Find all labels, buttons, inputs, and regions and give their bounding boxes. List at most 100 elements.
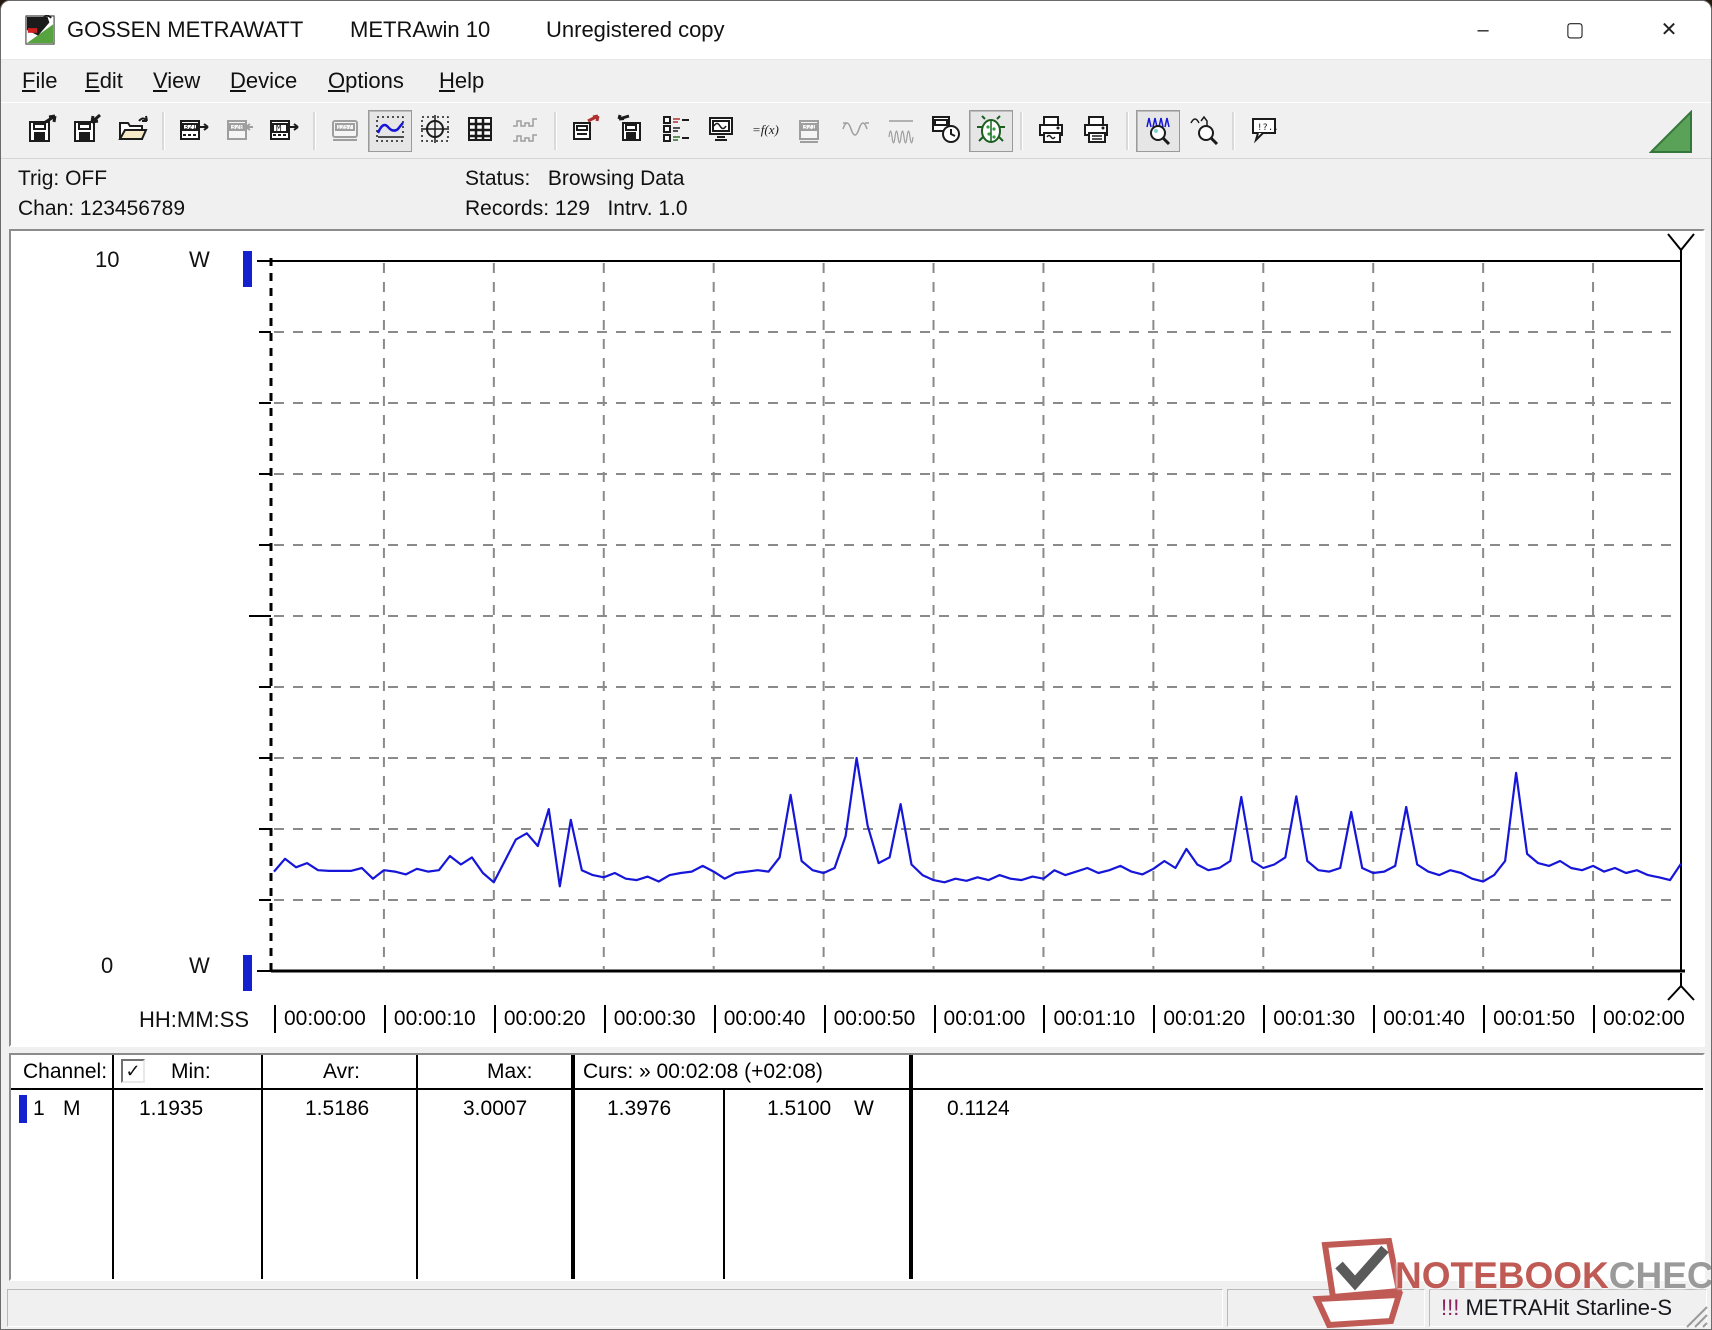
x-axis-unit-label: HH:MM:SS bbox=[139, 1007, 249, 1033]
y-min-unit: W bbox=[189, 953, 210, 979]
table-header-rule bbox=[11, 1088, 1703, 1090]
x-tick-mark bbox=[934, 1005, 936, 1033]
export-icon bbox=[570, 113, 602, 150]
x-tick-mark bbox=[274, 1005, 276, 1033]
toolbar-separator bbox=[313, 112, 316, 150]
records-status: Records: 129 Intrv. 1.0 bbox=[465, 197, 688, 221]
line-chart-view-button[interactable] bbox=[368, 110, 412, 152]
function-icon: =f(x) bbox=[750, 113, 782, 150]
menu-item-device[interactable]: Device bbox=[226, 66, 301, 96]
col-header-cursor: Curs: » 00:02:08 (+02:08) bbox=[583, 1060, 823, 1084]
x-tick-label: 00:01:20 bbox=[1163, 1007, 1245, 1031]
resize-grip[interactable] bbox=[1681, 1301, 1709, 1329]
svg-text:M: M bbox=[276, 124, 282, 134]
save-export-button[interactable] bbox=[21, 110, 65, 152]
maximize-button[interactable]: ▢ bbox=[1549, 9, 1601, 51]
y-min-label: 0 bbox=[101, 953, 113, 979]
open-folder-button[interactable] bbox=[111, 110, 155, 152]
open-folder-icon bbox=[117, 113, 149, 150]
histogram-view-icon bbox=[509, 113, 541, 150]
toolbar-separator bbox=[162, 112, 165, 150]
monitor-button[interactable] bbox=[699, 110, 743, 152]
scope-view-button[interactable] bbox=[413, 110, 457, 152]
device-alert-marks: !!! bbox=[1441, 1295, 1465, 1320]
license-label: Unregistered copy bbox=[546, 17, 725, 43]
debug-icon bbox=[975, 113, 1007, 150]
timer-icon bbox=[930, 113, 962, 150]
channel-visibility-checkbox[interactable]: ✓ bbox=[121, 1059, 145, 1083]
print-preview-button[interactable] bbox=[1030, 110, 1074, 152]
function-button[interactable]: =f(x) bbox=[744, 110, 788, 152]
col-header-min: Min: bbox=[171, 1060, 211, 1084]
table-view-button[interactable] bbox=[458, 110, 502, 152]
channel-list-button[interactable] bbox=[654, 110, 698, 152]
menu-item-edit[interactable]: Edit bbox=[81, 66, 127, 96]
zoom-wave-button[interactable] bbox=[1136, 110, 1180, 152]
x-tick-label: 00:01:10 bbox=[1053, 1007, 1135, 1031]
menu-item-file[interactable]: File bbox=[18, 66, 61, 96]
device-write-button: 320 bbox=[217, 110, 261, 152]
cell-cursor2-value: 1.5100 bbox=[767, 1097, 831, 1121]
menu-bar: File Edit View Device Options Help bbox=[1, 60, 1711, 101]
cell-avr-value: 1.5186 bbox=[305, 1097, 369, 1121]
monitor-icon bbox=[705, 113, 737, 150]
x-tick-label: 00:01:50 bbox=[1493, 1007, 1575, 1031]
device-name: METRAHit Starline-S bbox=[1465, 1295, 1672, 1320]
chart-plot-area[interactable] bbox=[11, 231, 1703, 1045]
device-read-button[interactable]: 321 bbox=[172, 110, 216, 152]
x-tick-mark bbox=[824, 1005, 826, 1033]
timer-button[interactable] bbox=[924, 110, 968, 152]
annotation-button[interactable]: !?.. bbox=[1242, 110, 1286, 152]
x-tick-label: 00:01:40 bbox=[1383, 1007, 1465, 1031]
app-title: METRAwin 10 bbox=[350, 17, 490, 43]
print-preview-icon bbox=[1036, 113, 1068, 150]
menu-item-help[interactable]: Help bbox=[435, 66, 488, 96]
x-tick-label: 00:00:00 bbox=[284, 1007, 366, 1031]
print-button[interactable] bbox=[1075, 110, 1119, 152]
x-tick-mark bbox=[1153, 1005, 1155, 1033]
device-write-icon: 320 bbox=[223, 113, 255, 150]
y-max-label: 10 bbox=[95, 247, 119, 273]
brand-title: GOSSEN METRAWATT bbox=[67, 17, 303, 43]
svg-text:320: 320 bbox=[231, 123, 244, 131]
app-logo-icon bbox=[25, 15, 55, 45]
debug-button[interactable] bbox=[969, 110, 1013, 152]
channel-color-chip-top bbox=[243, 251, 252, 287]
toolbar-separator bbox=[1126, 112, 1129, 150]
x-tick-mark bbox=[1483, 1005, 1485, 1033]
col-header-channel: Channel: bbox=[23, 1060, 107, 1084]
x-tick-label: 00:00:30 bbox=[614, 1007, 696, 1031]
analog-wave-icon bbox=[840, 113, 872, 150]
svg-text:1257: 1257 bbox=[337, 124, 352, 131]
line-chart-view-icon bbox=[374, 113, 406, 150]
device-memory-button[interactable]: M bbox=[262, 110, 306, 152]
x-tick-label: 00:00:50 bbox=[834, 1007, 916, 1031]
status-bar: !!! METRAHit Starline-S bbox=[1, 1285, 1711, 1330]
menu-item-options[interactable]: Options bbox=[324, 66, 408, 96]
import-icon bbox=[615, 113, 647, 150]
svg-text:=f(x): =f(x) bbox=[752, 122, 779, 137]
x-tick-mark bbox=[1593, 1005, 1595, 1033]
x-tick-mark bbox=[604, 1005, 606, 1033]
x-tick-mark bbox=[1043, 1005, 1045, 1033]
zoom-out-button[interactable] bbox=[1181, 110, 1225, 152]
close-button[interactable]: ✕ bbox=[1643, 9, 1695, 51]
export-button[interactable] bbox=[564, 110, 608, 152]
toolbar-separator bbox=[554, 112, 557, 150]
save-export-icon bbox=[27, 113, 59, 150]
device-config-button: 321 bbox=[789, 110, 833, 152]
menu-item-view[interactable]: View bbox=[149, 66, 204, 96]
device-memory-icon: M bbox=[268, 113, 300, 150]
col-header-max: Max: bbox=[487, 1060, 533, 1084]
minimize-button[interactable]: – bbox=[1457, 9, 1509, 51]
import-button[interactable] bbox=[609, 110, 653, 152]
title-bar: GOSSEN METRAWATT METRAwin 10 Unregistere… bbox=[1, 1, 1711, 60]
x-tick-label: 00:01:30 bbox=[1273, 1007, 1355, 1031]
info-strip: Trig: OFF Chan: 123456789 Status: Browsi… bbox=[1, 159, 1711, 227]
channel-status: Chan: 123456789 bbox=[18, 197, 185, 221]
multimeter-button: 1257 bbox=[323, 110, 367, 152]
app-window: GOSSEN METRAWATT METRAwin 10 Unregistere… bbox=[0, 0, 1712, 1330]
svg-text:321: 321 bbox=[184, 123, 197, 131]
save-import-button[interactable] bbox=[66, 110, 110, 152]
device-status-text: !!! METRAHit Starline-S bbox=[1441, 1295, 1672, 1321]
